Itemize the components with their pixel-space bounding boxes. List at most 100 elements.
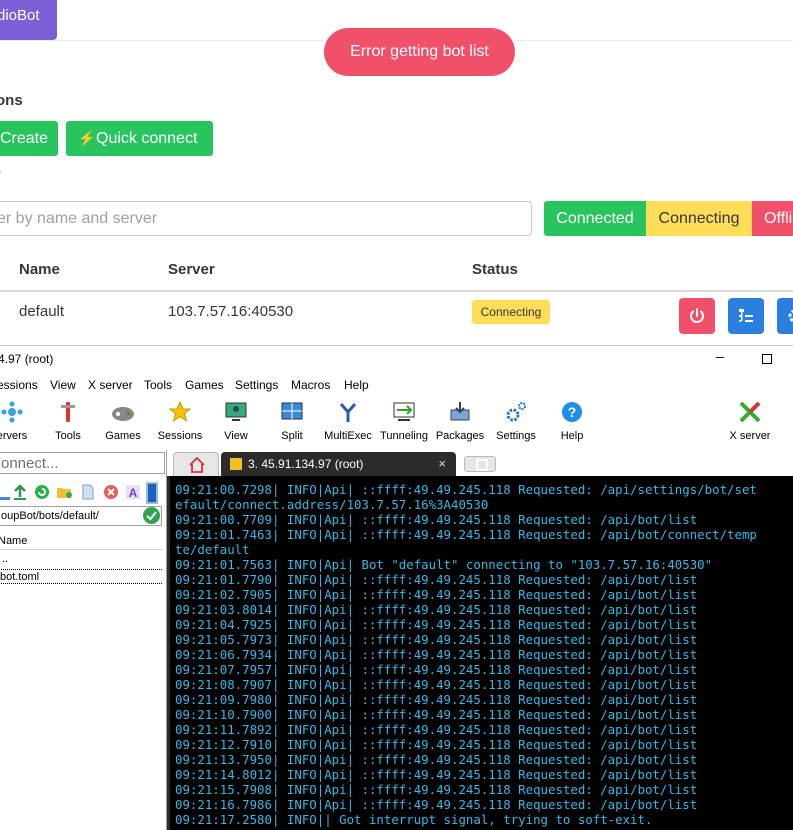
web-app: dioBot Error getting bot list ons Create… [0, 0, 793, 345]
terminal-line: 09:21:15.7908| INFO|Api| ::ffff:49.49.24… [175, 782, 698, 797]
fork-icon [339, 403, 357, 422]
menu-games[interactable]: Games [185, 378, 224, 392]
terminal-line: 09:21:00.7709| INFO|Api| ::ffff:49.49.24… [175, 512, 698, 527]
tab-bar: 3. 45.91.134.97 (root) × [167, 450, 793, 476]
tab-home[interactable] [173, 452, 219, 476]
column-header-status[interactable]: Status [472, 261, 518, 278]
filter-connected-tag[interactable]: Connected [544, 201, 646, 236]
help-icon: ? [562, 402, 582, 422]
terminal-line: te/default [175, 542, 250, 557]
disconnect-button[interactable] [679, 298, 715, 334]
terminal-line: 09:21:04.7925| INFO|Api| ::ffff:49.49.24… [175, 617, 698, 632]
toolbar-label: X server [729, 430, 771, 442]
rename-icon[interactable]: A [125, 484, 141, 500]
sftp-toolbar: A [0, 481, 165, 505]
terminal-line: 09:21:09.7980| INFO|Api| ::ffff:49.49.24… [175, 692, 698, 707]
toolbar-x-server[interactable]: X server [720, 396, 780, 448]
menu-settings[interactable]: Settings [235, 378, 278, 392]
terminal-line: 09:21:03.8014| INFO|Api| ::ffff:49.49.24… [175, 602, 698, 617]
upload-icon[interactable] [12, 484, 28, 500]
split-icon [281, 402, 303, 420]
terminal-line: 09:21:01.7790| INFO|Api| ::ffff:49.49.24… [175, 572, 698, 587]
svg-text:?: ? [568, 404, 577, 420]
create-button[interactable]: Create [0, 121, 58, 156]
file-tree-button[interactable] [728, 298, 764, 334]
x-server-icon [739, 401, 761, 423]
terminal-line: 09:21:01.7563| INFO|Api| Bot "default" c… [175, 557, 713, 572]
delete-icon[interactable] [103, 484, 119, 500]
menu-view[interactable]: View [50, 378, 76, 392]
path-ok-icon[interactable] [143, 507, 160, 524]
gamepad-icon [112, 407, 134, 421]
terminal-line: 09:21:17.2580| INFO|| Got interrupt sign… [175, 812, 653, 827]
menu-sessions[interactable]: essions [0, 378, 38, 392]
toolbar-help[interactable]: ? Help [542, 396, 602, 448]
terminal-line: 09:21:08.7907| INFO|Api| ::ffff:49.49.24… [175, 677, 698, 692]
close-icon[interactable]: × [438, 452, 446, 476]
terminal-line: 09:21:10.7900| INFO|Api| ::ffff:49.49.24… [175, 707, 698, 722]
tunnel-icon [393, 402, 415, 421]
toolbar-label: Help [560, 430, 584, 442]
terminal-window: 4.97 (root) – essions View X server Tool… [0, 345, 793, 830]
new-file-icon[interactable] [80, 484, 96, 500]
terminal-line: 09:21:13.7950| INFO|Api| ::ffff:49.49.24… [175, 752, 698, 767]
tab-ssh-session[interactable]: 3. 45.91.134.97 (root) × [221, 452, 456, 476]
follow-terminal-icon[interactable] [146, 482, 158, 504]
error-toast[interactable]: Error getting bot list [324, 28, 515, 76]
filter-offline-tag[interactable]: Offli [752, 201, 793, 236]
tools-icon [61, 402, 75, 422]
terminal-line: 09:21:11.7892| INFO|Api| ::ffff:49.49.24… [175, 722, 698, 737]
filter-connecting-tag[interactable]: Connecting [646, 201, 752, 236]
quick-connect-button[interactable]: ⚡Quick connect [66, 121, 213, 156]
refresh-icon[interactable] [34, 484, 50, 500]
brand-logo[interactable]: dioBot [0, 0, 57, 40]
minimize-icon[interactable]: – [716, 348, 724, 364]
servers-icon [1, 401, 23, 423]
menu-help[interactable]: Help [344, 378, 369, 392]
table-header-divider [0, 290, 793, 292]
bot-name-cell: default [19, 303, 65, 320]
package-icon [450, 402, 470, 421]
maximize-icon[interactable] [762, 354, 772, 364]
terminal-line: 09:21:16.7986| INFO|Api| ::ffff:49.49.24… [175, 797, 698, 812]
filter-label: r [0, 166, 1, 182]
menu-macros[interactable]: Macros [291, 378, 330, 392]
menu-tools[interactable]: Tools [144, 378, 172, 392]
window-title: 4.97 (root) [0, 352, 54, 366]
new-tab-button[interactable] [464, 456, 496, 472]
file-name: bot.toml [0, 571, 40, 583]
star-icon [168, 400, 192, 423]
sftp-path[interactable]: oupBot/bots/default/ [0, 506, 162, 526]
column-header-server[interactable]: Server [168, 261, 215, 278]
terminal-line: 09:21:00.7298| INFO|Api| ::ffff:49.49.24… [175, 482, 757, 497]
sitemap-icon [739, 309, 753, 322]
terminal-line: 09:21:07.7957| INFO|Api| ::ffff:49.49.24… [175, 662, 698, 677]
settings-button[interactable] [777, 298, 793, 334]
home-icon [189, 456, 205, 473]
list-item[interactable]: .. [0, 552, 162, 567]
bolt-icon: ⚡ [78, 130, 96, 146]
tab-title: 3. 45.91.134.97 (root) [248, 457, 364, 471]
terminal-line: 09:21:14.8012| INFO|Api| ::ffff:49.49.24… [175, 767, 698, 782]
power-icon [690, 308, 704, 323]
terminal-line: 09:21:01.7463| INFO|Api| ::ffff:49.49.24… [175, 527, 757, 542]
terminal-line: 09:21:05.7973| INFO|Api| ::ffff:49.49.24… [175, 632, 698, 647]
file-name: .. [2, 553, 9, 565]
terminal-line: 09:21:02.7905| INFO|Api| ::ffff:49.49.24… [175, 587, 698, 602]
filter-input[interactable] [0, 201, 532, 236]
new-folder-icon[interactable] [56, 484, 72, 500]
bot-server-cell: 103.7.57.16:40530 [168, 303, 294, 320]
menu-x-server[interactable]: X server [88, 378, 133, 392]
terminal-line: 09:21:06.7934| INFO|Api| ::ffff:49.49.24… [175, 647, 698, 662]
quick-connect-input[interactable] [0, 452, 165, 474]
file-list-header[interactable]: Name [0, 532, 162, 550]
svg-text:A: A [129, 486, 138, 500]
up-folder-icon[interactable] [0, 484, 10, 500]
list-item[interactable]: bot.toml [0, 569, 162, 584]
terminal-tab-icon [230, 458, 242, 470]
gears-icon [506, 402, 526, 422]
terminal-line: 09:21:12.7910| INFO|Api| ::ffff:49.49.24… [175, 737, 698, 752]
column-header-name[interactable]: Name [19, 261, 60, 278]
terminal-output[interactable]: 09:21:00.7298| INFO|Api| ::ffff:49.49.24… [167, 476, 793, 830]
toolbar: ervers Tools Games Sessions View Split M… [0, 396, 793, 448]
